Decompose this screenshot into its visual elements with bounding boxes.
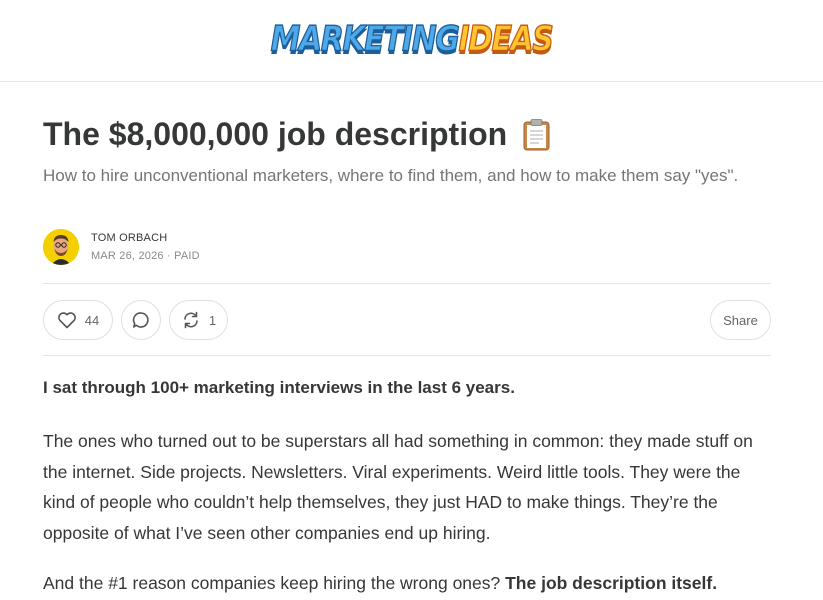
share-label: Share — [723, 312, 758, 328]
comment-button[interactable] — [121, 300, 161, 340]
post-date-meta: MAR 26, 2026 · PAID — [91, 250, 200, 262]
post-title: The $8,000,000 job description — [43, 116, 550, 153]
logo-text-ideas: IDEAS — [458, 18, 555, 60]
divider — [43, 283, 771, 284]
body-paragraph: The ones who turned out to be superstars… — [43, 431, 753, 543]
logo-text-marketing: MARKETING — [270, 18, 460, 60]
share-button[interactable]: Share — [710, 300, 771, 340]
like-button[interactable]: 44 — [43, 300, 113, 340]
divider — [43, 355, 771, 356]
site-header: MARKETINGIDEAS — [0, 0, 823, 82]
author-name[interactable]: TOM ORBACH — [91, 232, 200, 244]
site-logo[interactable]: MARKETINGIDEAS — [0, 18, 823, 60]
avatar[interactable] — [43, 229, 79, 265]
comment-bubble-icon — [131, 310, 151, 330]
lead-paragraph: I sat through 100+ marketing interviews … — [43, 378, 515, 397]
paragraph-text: And the #1 reason companies keep hiring … — [43, 573, 506, 593]
byline: TOM ORBACH MAR 26, 2026 · PAID — [43, 228, 200, 266]
post-title-text: The $8,000,000 job description — [43, 116, 508, 152]
paragraph-bold-text: The job description itself. — [505, 573, 718, 593]
restack-count: 1 — [208, 312, 217, 328]
heart-icon — [57, 311, 77, 329]
restack-icon — [181, 310, 201, 330]
clipboard-icon — [523, 118, 550, 151]
body-paragraph-2: And the #1 reason companies keep hiring … — [43, 568, 783, 598]
restack-button[interactable]: 1 — [169, 300, 228, 340]
post-subtitle: How to hire unconventional marketers, wh… — [43, 166, 739, 185]
like-count: 44 — [84, 312, 100, 328]
